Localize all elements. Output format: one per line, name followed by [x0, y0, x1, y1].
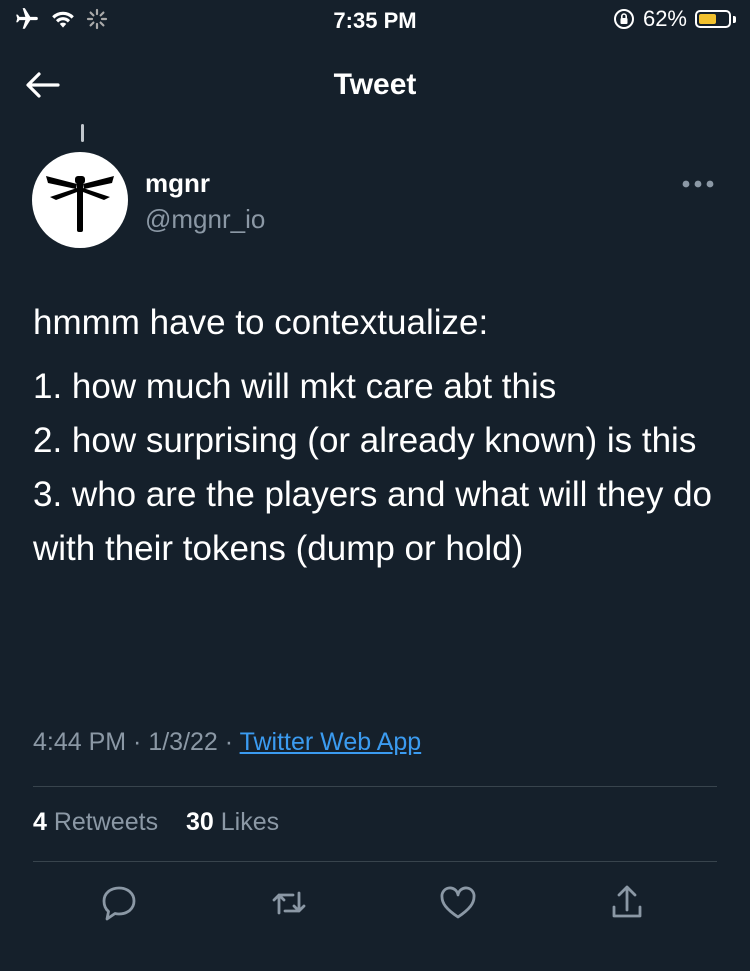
share-icon[interactable]	[607, 883, 647, 923]
tweet-text: hmmm have to contextualize: 1. how much …	[33, 296, 723, 576]
likes-count: 30	[185, 808, 214, 836]
status-right-icons: 62%	[613, 6, 736, 32]
likes-stat[interactable]: 30 Likes	[186, 808, 279, 836]
divider	[33, 861, 717, 862]
author-handle[interactable]: @mgnr_io	[145, 204, 265, 235]
like-icon[interactable]	[438, 883, 478, 923]
avatar[interactable]	[32, 152, 128, 248]
tweet-date: 1/3/22	[148, 728, 218, 756]
more-icon[interactable]	[680, 174, 716, 194]
tweet-stats: 4 Retweets 30 Likes	[33, 808, 279, 837]
likes-label: Likes	[213, 808, 280, 836]
battery-fill	[699, 14, 717, 24]
reply-icon[interactable]	[99, 883, 139, 923]
tweet-line: 3. who are the players and what will the…	[33, 475, 712, 568]
retweets-label: Retweets	[46, 808, 159, 836]
meta-separator: ·	[217, 728, 240, 756]
meta-separator: ·	[126, 728, 149, 756]
tweet-line: 2. how surprising (or already known) is …	[33, 421, 697, 460]
battery-icon	[695, 10, 731, 28]
tweet-source-link[interactable]: Twitter Web App	[240, 728, 422, 756]
tweet-line: hmmm have to contextualize:	[33, 303, 489, 342]
tweet-line: 1. how much will mkt care abt this	[33, 367, 557, 406]
retweets-count: 4	[33, 808, 47, 836]
nav-header: Tweet	[0, 56, 750, 116]
author-name[interactable]: mgnr	[145, 168, 210, 199]
page-title: Tweet	[333, 68, 417, 101]
battery-percent: 62%	[642, 6, 687, 31]
thread-connector	[81, 124, 84, 142]
tweet-time: 4:44 PM	[33, 728, 127, 756]
retweets-stat[interactable]: 4 Retweets	[33, 808, 158, 836]
retweet-icon[interactable]	[269, 883, 309, 923]
status-bar: 7:35 PM 62%	[0, 0, 750, 40]
orientation-lock-icon	[613, 9, 634, 29]
battery-tip	[733, 15, 736, 23]
dragonfly-logo-icon	[46, 176, 114, 232]
divider	[33, 786, 717, 787]
tweet-meta: 4:44 PM · 1/3/22 · Twitter Web App	[33, 728, 421, 757]
